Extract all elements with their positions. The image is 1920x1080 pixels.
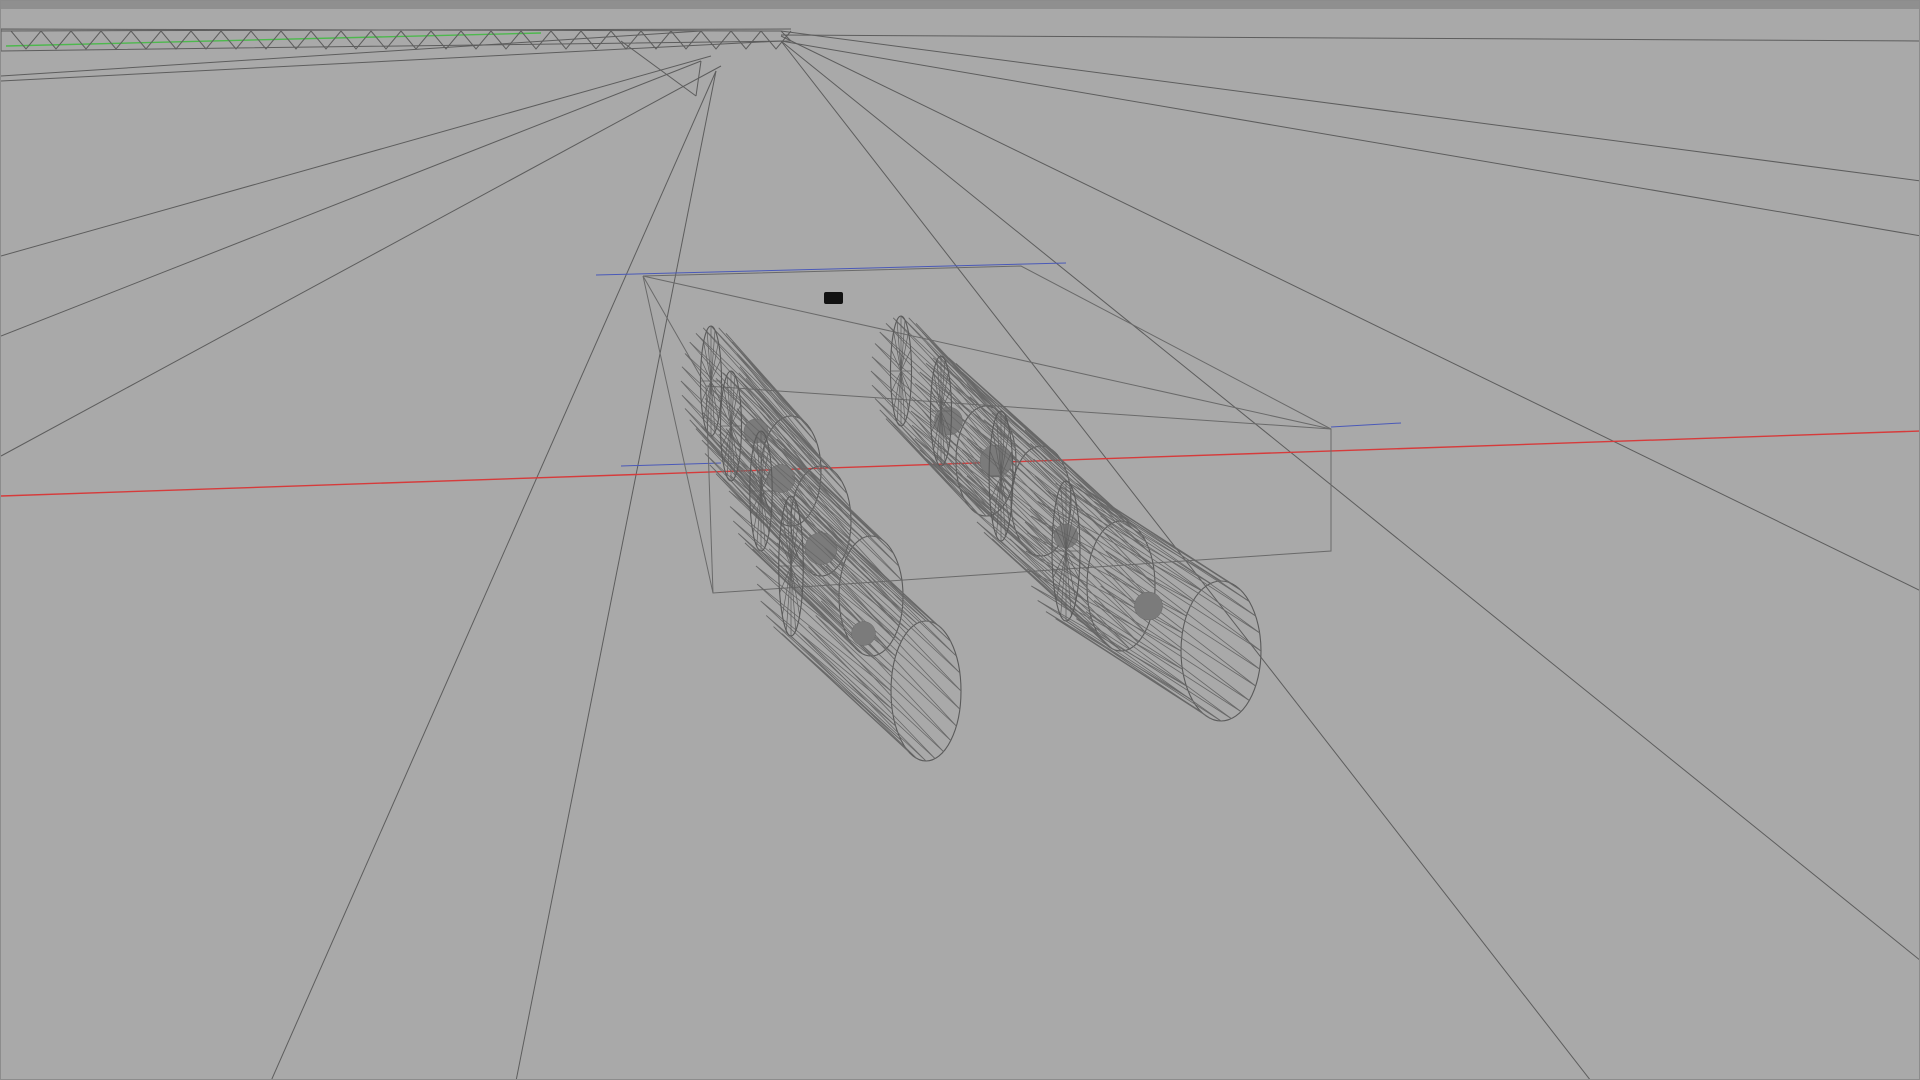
- wheel-tread-diagonal: [1094, 600, 1242, 712]
- truss-diagonal: [70, 30, 102, 50]
- z-axis-line-right: [1330, 422, 1402, 428]
- wheel-group: [680, 315, 1262, 762]
- wheel-tread-line: [808, 626, 944, 752]
- wheel-tread-line: [1030, 443, 1151, 554]
- wheel-tread-diagonal: [1085, 490, 1250, 602]
- wheel-tread-diagonal: [1100, 515, 1260, 634]
- truss-diagonal: [40, 30, 72, 50]
- wheel-tread-diagonal: [1100, 585, 1250, 701]
- wheel-tread-diagonal: [824, 583, 957, 727]
- wheel-tread-line: [821, 530, 957, 657]
- wheel-tread-line: [1104, 532, 1260, 634]
- sensor-block: [824, 292, 843, 304]
- wheel-spoke: [710, 342, 719, 382]
- scene-canvas[interactable]: [1, 1, 1920, 1080]
- truss-diagonal: [730, 30, 762, 50]
- truss-structure: [1, 28, 793, 52]
- wheel-tread-diagonal: [790, 635, 918, 759]
- wheel-tread-diagonal: [710, 325, 800, 419]
- wheel: [680, 325, 822, 527]
- wheel: [1025, 480, 1262, 722]
- wheel-tread-line: [1104, 568, 1260, 670]
- truss-diagonal: [190, 30, 222, 50]
- 3d-viewport[interactable]: [0, 0, 1920, 1080]
- truss-diagonal: [760, 30, 792, 50]
- truss-diagonal: [100, 30, 132, 50]
- truss-diagonal: [700, 30, 732, 50]
- perspective-lines: [1, 28, 1919, 1079]
- truss-diagonal: [160, 30, 192, 50]
- wheel-hub: [851, 621, 876, 646]
- wheel-hub: [1134, 591, 1163, 621]
- wheel: [755, 495, 962, 762]
- wheel-tread-diagonal: [756, 398, 851, 508]
- wheel-tread-diagonal: [1104, 568, 1256, 687]
- wheel-tread-line: [791, 475, 903, 581]
- z-axis-line-left: [620, 462, 722, 467]
- z-axis-line-top: [595, 262, 1067, 276]
- truss-diagonal: [130, 30, 162, 50]
- truss-diagonal: [580, 30, 612, 50]
- truss-diagonal: [610, 30, 642, 50]
- wheel-tread-line: [821, 600, 957, 727]
- truss-diagonal: [280, 30, 312, 50]
